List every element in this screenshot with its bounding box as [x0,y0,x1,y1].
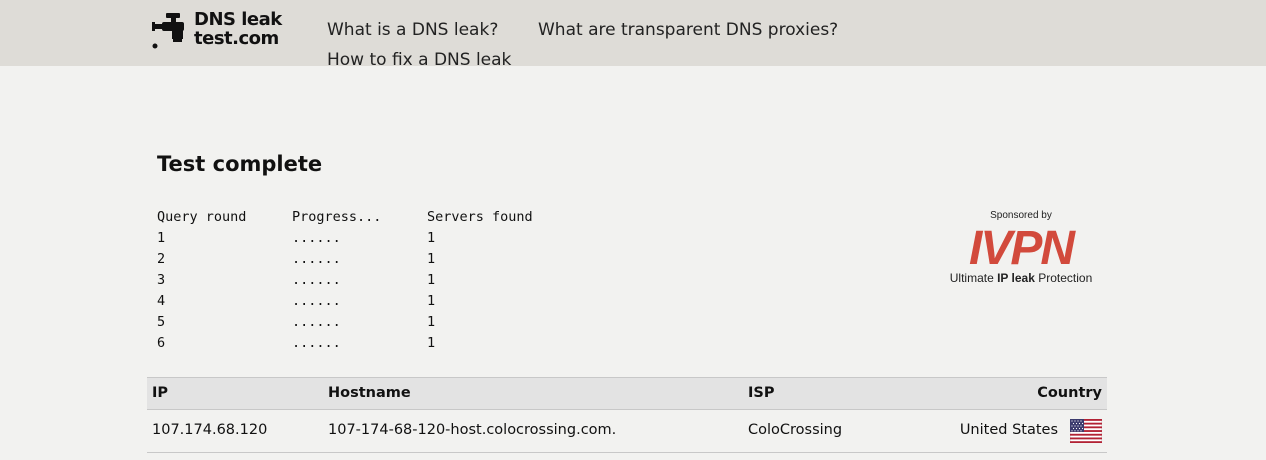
query-round: 1 [157,230,166,246]
header-country: Country [1037,385,1102,401]
results-table-header: IP Hostname ISP Country [147,377,1107,410]
query-servers: 1 [427,335,436,351]
query-progress: ...... [292,293,341,309]
query-table-header: Query round Progress... Servers found [157,207,557,228]
row-country: United States [959,422,1058,438]
table-row: 107.174.68.120 107-174-68-120-host.coloc… [147,410,1107,453]
query-servers: 1 [427,251,436,267]
query-progress: ...... [292,230,341,246]
ivpn-logo-text: IVPN [969,223,1076,269]
tagline-post: Protection [1034,271,1093,285]
query-servers: 1 [427,230,436,246]
query-row: 5 ...... 1 [157,312,557,333]
row-ip: 107.174.68.120 [152,422,268,438]
query-row: 3 ...... 1 [157,270,557,291]
tagline-bold: IP leak [997,271,1035,285]
site-header: DNS leak test.com What is a DNS leak? Wh… [0,0,1266,70]
query-round: 5 [157,314,166,330]
sponsor-tagline: Ultimate IP leak Protection [940,271,1102,285]
sponsor-label: Sponsored by [990,210,1052,221]
header-hostname: Hostname [328,385,411,401]
logo-line-2: test.com [194,28,279,49]
query-progress: ...... [292,314,341,330]
query-progress: ...... [292,335,341,351]
query-servers: 1 [427,272,436,288]
query-row: 6 ...... 1 [157,333,557,354]
header-isp: ISP [748,385,775,401]
query-servers: 1 [427,293,436,309]
us-flag-icon [1070,419,1102,443]
logo-line-1: DNS leak [194,9,282,30]
tagline-pre: Ultimate [949,271,998,285]
nav-transparent-dns-proxies[interactable]: What are transparent DNS proxies? [538,20,838,40]
header-ip: IP [152,385,169,401]
query-progress: ...... [292,251,341,267]
header-query-round: Query round [157,209,247,225]
query-row: 1 ...... 1 [157,228,557,249]
query-progress-table: Query round Progress... Servers found 1 … [157,207,557,354]
query-round: 2 [157,251,166,267]
row-hostname: 107-174-68-120-host.colocrossing.com. [328,422,617,438]
logo-text: DNS leak test.com [194,10,282,48]
nav-what-is-dns-leak[interactable]: What is a DNS leak? [327,20,498,40]
query-servers: 1 [427,314,436,330]
page-title: Test complete [157,152,323,176]
header-servers-found: Servers found [427,209,533,225]
dns-results-table: IP Hostname ISP Country 107.174.68.120 1… [147,377,1107,453]
site-logo[interactable]: DNS leak test.com [152,10,292,52]
query-round: 4 [157,293,166,309]
header-progress: Progress... [292,209,382,225]
ivpn-logo: IVPN [969,223,1078,269]
sponsor-banner[interactable]: Sponsored by IVPN Ultimate IP leak Prote… [940,210,1102,285]
query-row: 2 ...... 1 [157,249,557,270]
query-row: 4 ...... 1 [157,291,557,312]
query-progress: ...... [292,272,341,288]
nav-fix-dns-leak[interactable]: How to fix a DNS leak [327,50,511,70]
row-isp: ColoCrossing [748,422,843,438]
query-round: 3 [157,272,166,288]
query-round: 6 [157,335,166,351]
faucet-icon [152,13,184,49]
